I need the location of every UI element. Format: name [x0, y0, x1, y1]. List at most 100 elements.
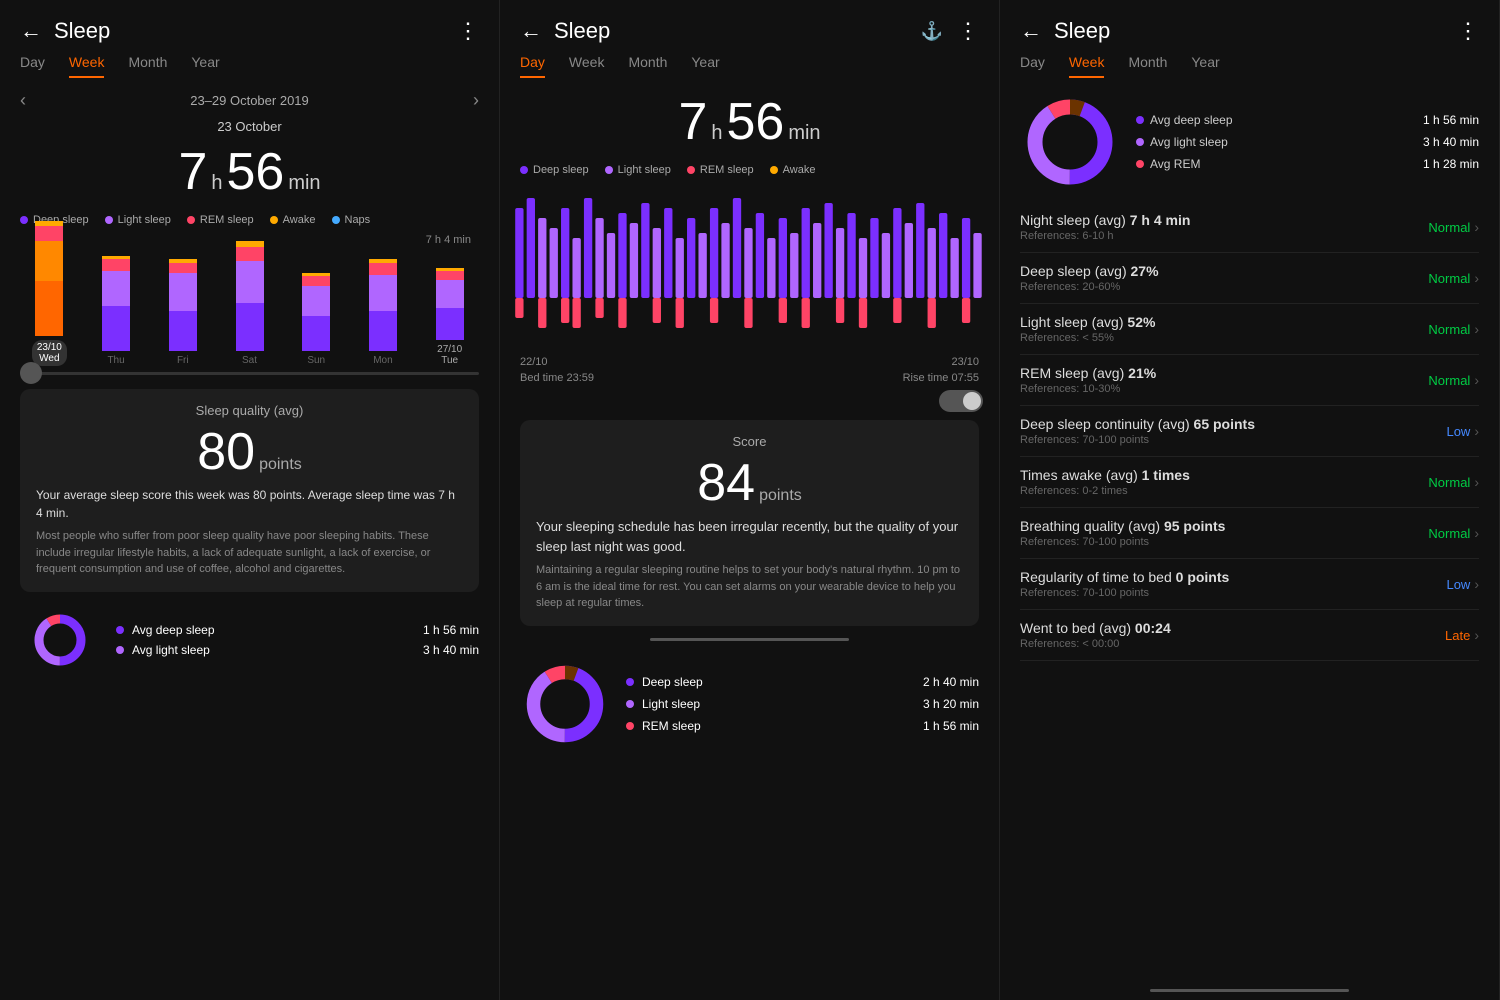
stat-row-2[interactable]: Light sleep (avg) 52% References: < 55% …: [1020, 304, 1479, 355]
stat-row-5[interactable]: Times awake (avg) 1 times References: 0-…: [1020, 457, 1479, 508]
stat-right-6: Normal ›: [1428, 525, 1479, 541]
stat-row-7[interactable]: Regularity of time to bed 0 points Refer…: [1020, 559, 1479, 610]
donut-svg-1: [20, 610, 100, 670]
header-icons-2: ⚓ ⋮: [921, 18, 979, 44]
stat-title-3: REM sleep (avg) 21%: [1020, 365, 1428, 381]
bar-sat[interactable]: Sat: [220, 241, 279, 366]
score-sub-2: Maintaining a regular sleeping routine h…: [536, 562, 963, 612]
title-1: Sleep: [54, 18, 110, 44]
seg-rem-sun: [302, 276, 330, 286]
tabs-2: Day Week Month Year: [500, 54, 999, 78]
tab-3-day[interactable]: Day: [1020, 54, 1045, 78]
p3-rem-label: Avg REM: [1150, 157, 1200, 171]
stat-row-4[interactable]: Deep sleep continuity (avg) 65 points Re…: [1020, 406, 1479, 457]
panel-1: ← Sleep ⋮ Day Week Month Year ‹ 23–29 Oc…: [0, 0, 500, 1000]
header-2: ← Sleep ⚓ ⋮: [500, 0, 999, 54]
more-menu-1[interactable]: ⋮: [457, 18, 479, 44]
back-arrow-1[interactable]: ←: [20, 18, 42, 44]
stat-arrow-1: ›: [1474, 270, 1479, 286]
donut-light-label-1: Avg light sleep: [132, 643, 210, 657]
tab-3-month[interactable]: Month: [1128, 54, 1167, 78]
bar-sun[interactable]: Sun: [287, 273, 346, 366]
bar-label-mon: Mon: [373, 355, 392, 366]
seg-rem-mon: [369, 263, 397, 275]
bar-fri[interactable]: Fri: [153, 259, 212, 366]
slider-thumb-1[interactable]: [20, 362, 42, 384]
stat-row-0[interactable]: Night sleep (avg) 7 h 4 min References: …: [1020, 202, 1479, 253]
seg-deep-thu: [102, 306, 130, 351]
p3-legend-rem-left: Avg REM: [1136, 157, 1200, 171]
stat-title-0: Night sleep (avg) 7 h 4 min: [1020, 212, 1428, 228]
tab-2-year[interactable]: Year: [691, 54, 719, 78]
stat-status-5: Normal: [1428, 475, 1470, 490]
bar-mon[interactable]: Mon: [354, 259, 413, 366]
bar-label-wed: 23/10Wed: [32, 340, 67, 366]
stat-row-8[interactable]: Went to bed (avg) 00:24 References: < 00…: [1020, 610, 1479, 661]
stat-row-6[interactable]: Breathing quality (avg) 95 points Refere…: [1020, 508, 1479, 559]
stat-ref-7: References: 70-100 points: [1020, 587, 1446, 599]
tab-1-week[interactable]: Week: [69, 54, 105, 78]
stat-arrow-3: ›: [1474, 372, 1479, 388]
bar-wed[interactable]: 23/10Wed: [20, 221, 79, 366]
stat-ref-1: References: 20-60%: [1020, 281, 1428, 293]
stat-title-2: Light sleep (avg) 52%: [1020, 314, 1428, 330]
toggle-thumb-2: [963, 392, 981, 410]
donut-light-dot-1: [116, 646, 124, 654]
stat-arrow-8: ›: [1474, 627, 1479, 643]
tab-2-week[interactable]: Week: [569, 54, 605, 78]
legend-rem-2: REM sleep: [687, 164, 754, 176]
nav-next-1[interactable]: ›: [473, 90, 479, 111]
tab-2-month[interactable]: Month: [628, 54, 667, 78]
stat-left-8: Went to bed (avg) 00:24 References: < 00…: [1020, 620, 1445, 650]
more-menu-2[interactable]: ⋮: [957, 18, 979, 44]
dl-deep-val-2: 2 h 40 min: [923, 675, 979, 689]
stat-row-3[interactable]: REM sleep (avg) 21% References: 10-30% N…: [1020, 355, 1479, 406]
dl-deep-label-2: Deep sleep: [642, 675, 703, 689]
legend-naps-1: Naps: [332, 214, 371, 226]
seg-rem-fri: [169, 263, 197, 273]
seg-deep-wed: [35, 281, 63, 336]
slider-track-1[interactable]: [20, 372, 479, 375]
header-left-3: ← Sleep: [1020, 18, 1110, 44]
tabs-3: Day Week Month Year: [1000, 54, 1499, 78]
nav-prev-1[interactable]: ‹: [20, 90, 26, 111]
donut-deep-dot-1: [116, 626, 124, 634]
stat-left-3: REM sleep (avg) 21% References: 10-30%: [1020, 365, 1428, 395]
tab-1-day[interactable]: Day: [20, 54, 45, 78]
edit-icon-2[interactable]: ⚓: [921, 21, 943, 42]
stat-right-5: Normal ›: [1428, 474, 1479, 490]
header-3: ← Sleep ⋮: [1000, 0, 1499, 54]
dl-light-val-2: 3 h 20 min: [923, 697, 979, 711]
panel-3: ← Sleep ⋮ Day Week Month Year Avg deep s…: [1000, 0, 1500, 1000]
more-menu-3[interactable]: ⋮: [1457, 18, 1479, 44]
header-1: ← Sleep ⋮: [0, 0, 499, 54]
nav-date-1: 23–29 October 2019: [190, 93, 309, 108]
donut-section-1: Avg deep sleep 1 h 56 min Avg light slee…: [0, 600, 499, 680]
awake-label-1: Awake: [283, 214, 316, 226]
rem-dot-2: [687, 166, 695, 174]
tab-1-year[interactable]: Year: [191, 54, 219, 78]
stat-left-1: Deep sleep (avg) 27% References: 20-60%: [1020, 263, 1428, 293]
mins-label-2: min: [788, 122, 820, 145]
tab-1-month[interactable]: Month: [128, 54, 167, 78]
tab-3-year[interactable]: Year: [1191, 54, 1219, 78]
sleep-mins-2: 56: [726, 92, 784, 152]
stat-row-1[interactable]: Deep sleep (avg) 27% References: 20-60% …: [1020, 253, 1479, 304]
sleep-hours-2: 7: [678, 92, 707, 152]
tab-3-week[interactable]: Week: [1069, 54, 1105, 78]
donut-svg-3: [1020, 92, 1120, 192]
toggle-2[interactable]: [939, 390, 983, 412]
bar-thu[interactable]: Thu: [87, 256, 146, 366]
tab-2-day[interactable]: Day: [520, 54, 545, 78]
back-arrow-2[interactable]: ←: [520, 18, 542, 44]
main-time-2: 7 h 56 min: [500, 86, 999, 158]
dl-deep-dot-2: [626, 678, 634, 686]
seg-light-fri: [169, 273, 197, 311]
donut-item-light-1: Avg light sleep 3 h 40 min: [116, 643, 479, 657]
nav-row-1: ‹ 23–29 October 2019 ›: [0, 86, 499, 115]
back-arrow-3[interactable]: ←: [1020, 18, 1042, 44]
seg-light-wed: [35, 241, 63, 281]
bar-tue[interactable]: 27/10Tue: [420, 268, 479, 366]
bar-thu-stack: [102, 256, 130, 351]
p3-deep-dot: [1136, 116, 1144, 124]
